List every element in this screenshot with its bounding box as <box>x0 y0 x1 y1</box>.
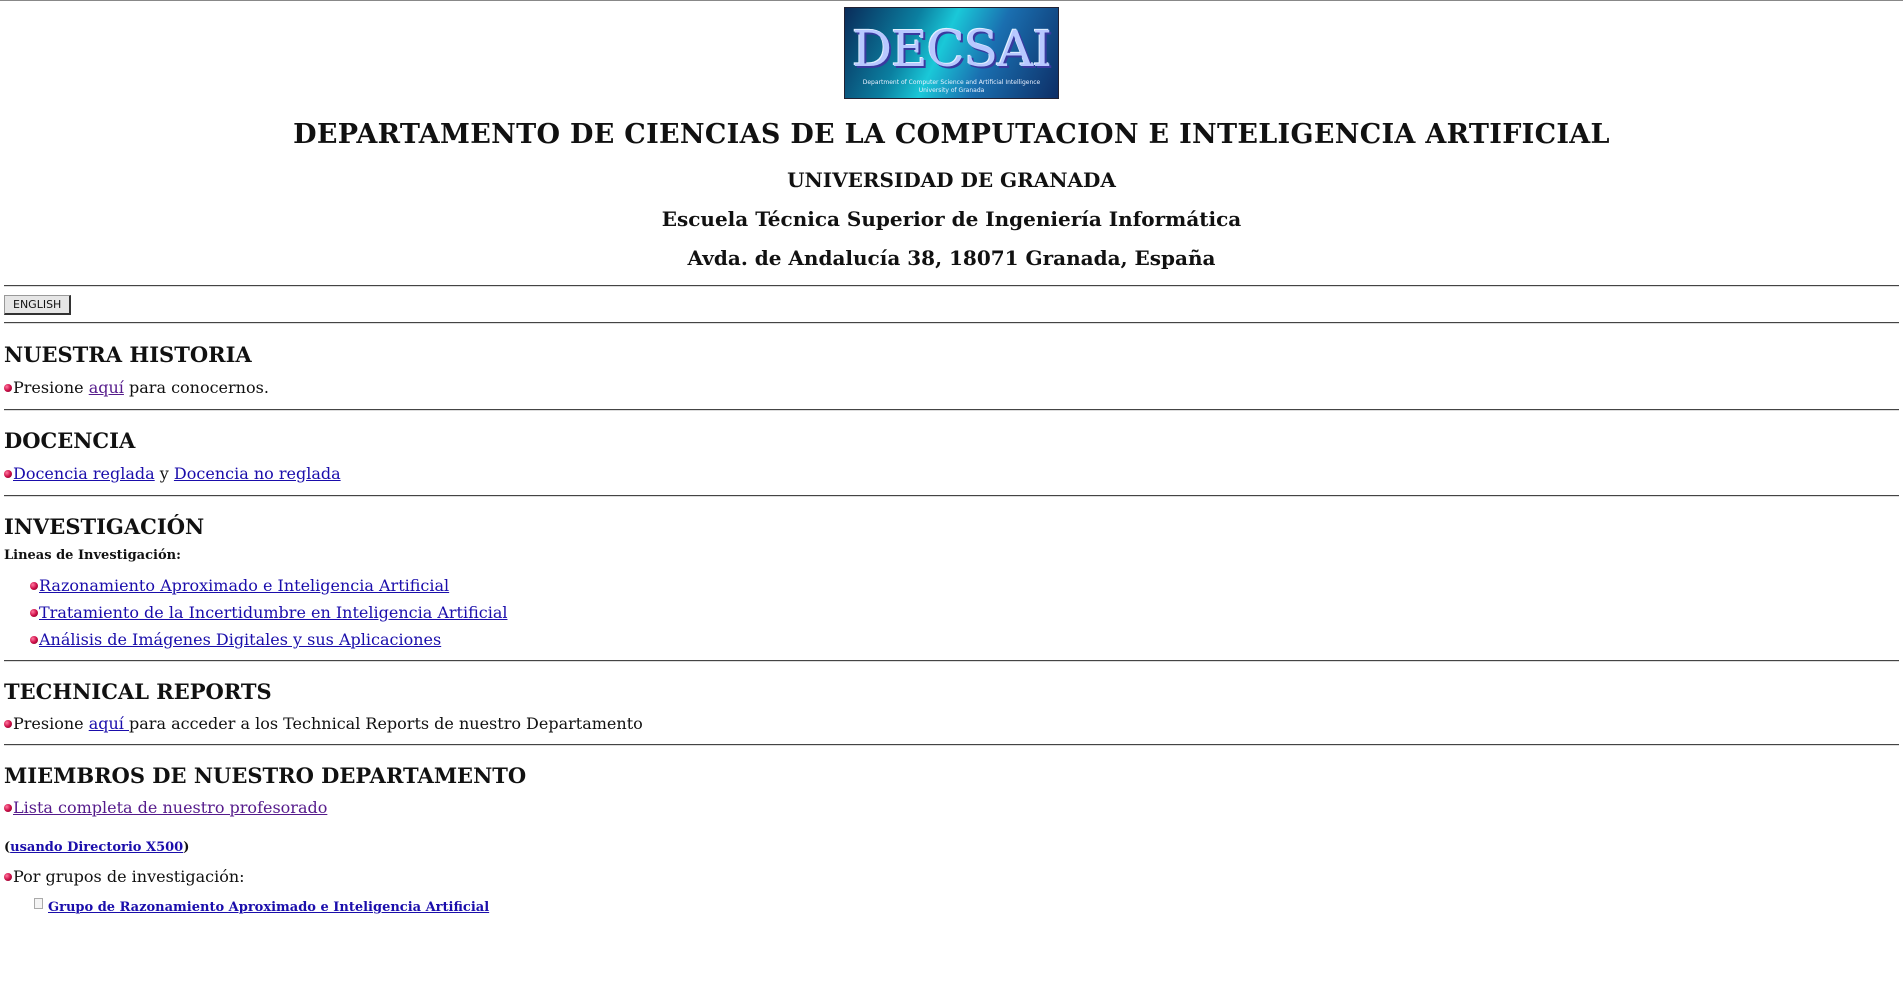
address: Avda. de Andalucía 38, 18071 Granada, Es… <box>687 246 1216 270</box>
page: DECSAI Department of Computer Science an… <box>4 1 1899 916</box>
bullet-icon <box>30 609 38 617</box>
bullet-icon <box>4 384 12 392</box>
group-item: Grupo de Razonamiento Aproximado e Intel… <box>4 898 1899 916</box>
bullet-icon <box>30 582 38 590</box>
bullet-icon <box>4 873 12 881</box>
research-line-item: Razonamiento Aproximado e Inteligencia A… <box>4 576 1899 596</box>
reports-link[interactable]: aquí <box>89 714 129 734</box>
grupos-label: Por grupos de investigación: <box>13 867 245 886</box>
x500-link[interactable]: usando Directorio X500 <box>10 840 183 855</box>
section-heading-miembros: MIEMBROS DE NUESTRO DEPARTAMENTO <box>4 763 527 788</box>
research-line-link[interactable]: Razonamiento Aproximado e Inteligencia A… <box>39 576 449 596</box>
research-line-item: Análisis de Imágenes Digitales y sus Apl… <box>4 630 1899 650</box>
reports-post: para acceder a los Technical Reports de … <box>129 714 643 733</box>
docencia-no-reglada-link[interactable]: Docencia no reglada <box>174 464 341 484</box>
section-heading-reports: TECHNICAL REPORTS <box>4 679 272 704</box>
grupos-line: Por grupos de investigación: <box>4 867 1899 887</box>
section-heading-investigacion: INVESTIGACIÓN <box>4 514 205 539</box>
bullet-icon <box>4 470 12 478</box>
university-name: UNIVERSIDAD DE GRANADA <box>787 168 1116 192</box>
english-button[interactable]: ENGLISH <box>4 295 72 315</box>
divider <box>4 495 1899 497</box>
bullet-icon <box>4 804 12 812</box>
header: DECSAI Department of Computer Science an… <box>4 1 1899 270</box>
lista-line: Lista completa de nuestro profesorado <box>4 798 1899 818</box>
page-title: DEPARTAMENTO DE CIENCIAS DE LA COMPUTACI… <box>293 119 1610 150</box>
group-link[interactable]: Grupo de Razonamiento Aproximado e Intel… <box>48 900 489 915</box>
x500-line: (usando Directorio X500) <box>4 840 1899 856</box>
reports-pre: Presione <box>13 714 84 733</box>
historia-post: para conocernos. <box>123 378 269 397</box>
lineas-label: Lineas de Investigación: <box>4 548 181 563</box>
historia-line: Presione aquí para conocernos. <box>4 378 1899 398</box>
historia-pre: Presione <box>13 378 84 397</box>
section-heading-docencia: DOCENCIA <box>4 428 136 453</box>
logo-university: University of Granada <box>918 87 985 94</box>
divider <box>4 660 1899 662</box>
divider <box>4 744 1899 746</box>
section-heading-historia: NUESTRA HISTORIA <box>4 342 252 367</box>
historia-link[interactable]: aquí <box>89 378 124 398</box>
document-icon <box>34 898 43 909</box>
language-bar: ENGLISH <box>4 287 1899 315</box>
docencia-reglada-link[interactable]: Docencia reglada <box>13 464 155 484</box>
lista-profesorado-link[interactable]: Lista completa de nuestro profesorado <box>13 798 327 818</box>
divider <box>4 409 1899 411</box>
school-name: Escuela Técnica Superior de Ingeniería I… <box>661 207 1242 231</box>
research-line-item: Tratamiento de la Incertidumbre en Intel… <box>4 603 1899 623</box>
logo-word: DECSAI <box>852 20 1052 78</box>
x500-close: ) <box>183 840 190 855</box>
docencia-line: Docencia reglada y Docencia no reglada <box>4 464 1899 484</box>
research-line-link[interactable]: Análisis de Imágenes Digitales y sus Apl… <box>39 630 441 650</box>
reports-line: Presione aquí para acceder a los Technic… <box>4 714 1899 734</box>
bullet-icon <box>30 636 38 644</box>
logo-subtitle: Department of Computer Science and Artif… <box>862 79 1041 86</box>
divider <box>4 322 1899 324</box>
bullet-icon <box>4 720 12 728</box>
research-line-link[interactable]: Tratamiento de la Incertidumbre en Intel… <box>39 603 507 623</box>
docencia-separator: y <box>154 464 174 483</box>
decsai-logo: DECSAI Department of Computer Science an… <box>844 7 1059 99</box>
